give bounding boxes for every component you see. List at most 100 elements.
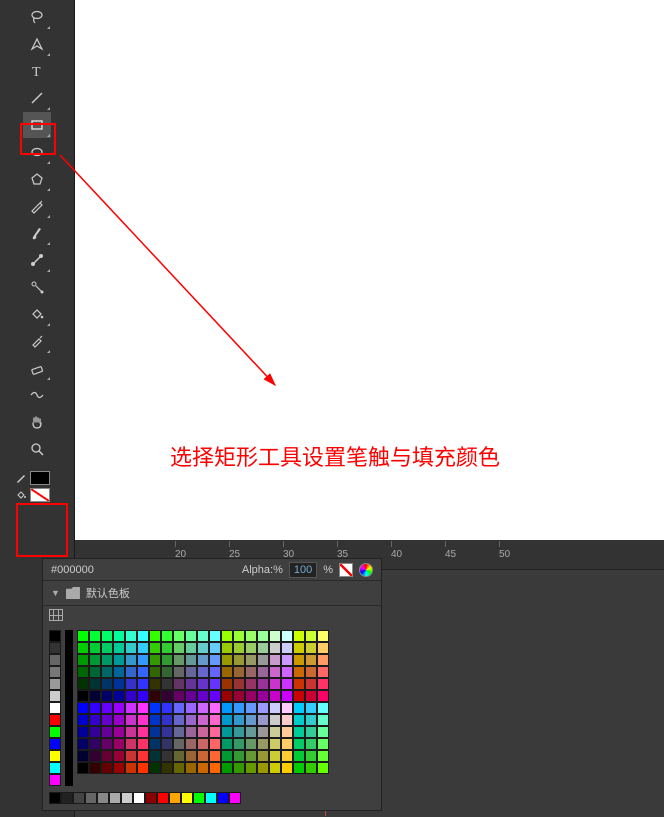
color-swatch[interactable]: [49, 630, 61, 642]
grid-view-button[interactable]: [49, 609, 63, 621]
pen-tool[interactable]: [23, 31, 51, 57]
color-swatch[interactable]: [293, 762, 305, 774]
color-swatch[interactable]: [281, 678, 293, 690]
color-swatch[interactable]: [257, 750, 269, 762]
color-swatch[interactable]: [281, 654, 293, 666]
color-swatch[interactable]: [257, 690, 269, 702]
color-swatch[interactable]: [173, 726, 185, 738]
color-swatch[interactable]: [293, 702, 305, 714]
color-swatch[interactable]: [113, 726, 125, 738]
color-swatch[interactable]: [149, 654, 161, 666]
color-swatch[interactable]: [233, 726, 245, 738]
color-swatch[interactable]: [233, 642, 245, 654]
color-swatch[interactable]: [161, 762, 173, 774]
color-swatch[interactable]: [113, 762, 125, 774]
color-swatch[interactable]: [245, 630, 257, 642]
color-swatch[interactable]: [257, 702, 269, 714]
color-swatch[interactable]: [149, 762, 161, 774]
color-swatch[interactable]: [281, 714, 293, 726]
color-swatch[interactable]: [125, 702, 137, 714]
color-swatch[interactable]: [125, 654, 137, 666]
color-swatch[interactable]: [209, 666, 221, 678]
color-swatch[interactable]: [169, 792, 181, 804]
color-swatch[interactable]: [137, 642, 149, 654]
color-swatch[interactable]: [137, 630, 149, 642]
color-swatch[interactable]: [197, 714, 209, 726]
color-swatch[interactable]: [221, 630, 233, 642]
color-swatch[interactable]: [161, 750, 173, 762]
color-swatch[interactable]: [185, 738, 197, 750]
color-swatch[interactable]: [101, 750, 113, 762]
color-swatch[interactable]: [77, 666, 89, 678]
color-swatch[interactable]: [209, 738, 221, 750]
color-swatch[interactable]: [209, 762, 221, 774]
color-swatch[interactable]: [137, 714, 149, 726]
color-swatch[interactable]: [233, 738, 245, 750]
color-swatch[interactable]: [89, 654, 101, 666]
color-swatch[interactable]: [209, 630, 221, 642]
color-swatch[interactable]: [149, 714, 161, 726]
color-swatch[interactable]: [209, 750, 221, 762]
color-swatch[interactable]: [113, 654, 125, 666]
color-swatch[interactable]: [209, 642, 221, 654]
color-swatch[interactable]: [185, 762, 197, 774]
stroke-color-swatch[interactable]: [30, 471, 50, 485]
color-swatch[interactable]: [185, 654, 197, 666]
color-swatch[interactable]: [305, 690, 317, 702]
tweak-tool[interactable]: [23, 274, 51, 300]
color-swatch[interactable]: [173, 666, 185, 678]
color-swatch[interactable]: [245, 678, 257, 690]
color-swatch[interactable]: [197, 738, 209, 750]
color-swatch[interactable]: [173, 762, 185, 774]
color-swatch[interactable]: [281, 762, 293, 774]
color-swatch[interactable]: [101, 630, 113, 642]
color-swatch[interactable]: [209, 726, 221, 738]
color-swatch[interactable]: [161, 738, 173, 750]
rectangle-tool[interactable]: [23, 112, 51, 138]
nofill-button[interactable]: [339, 563, 353, 577]
color-swatch[interactable]: [49, 690, 61, 702]
color-swatch[interactable]: [233, 750, 245, 762]
color-swatch[interactable]: [281, 726, 293, 738]
color-swatch[interactable]: [317, 630, 329, 642]
color-swatch[interactable]: [121, 792, 133, 804]
color-swatch[interactable]: [161, 726, 173, 738]
color-swatch[interactable]: [245, 702, 257, 714]
color-swatch[interactable]: [161, 654, 173, 666]
color-swatch[interactable]: [49, 642, 61, 654]
color-swatch[interactable]: [89, 630, 101, 642]
color-swatch[interactable]: [89, 726, 101, 738]
color-swatch[interactable]: [293, 726, 305, 738]
color-swatch[interactable]: [101, 726, 113, 738]
color-swatch[interactable]: [133, 792, 145, 804]
color-swatch[interactable]: [293, 642, 305, 654]
color-swatch[interactable]: [257, 678, 269, 690]
color-swatch[interactable]: [209, 702, 221, 714]
color-swatch[interactable]: [113, 642, 125, 654]
color-swatch[interactable]: [101, 738, 113, 750]
color-swatch[interactable]: [89, 750, 101, 762]
color-swatch[interactable]: [125, 690, 137, 702]
color-swatch[interactable]: [257, 714, 269, 726]
color-swatch[interactable]: [185, 714, 197, 726]
color-swatch[interactable]: [77, 690, 89, 702]
color-swatch[interactable]: [317, 714, 329, 726]
color-swatch[interactable]: [77, 702, 89, 714]
color-swatch[interactable]: [125, 726, 137, 738]
color-swatch[interactable]: [293, 654, 305, 666]
color-swatch[interactable]: [269, 750, 281, 762]
color-swatch[interactable]: [197, 678, 209, 690]
polygon-tool[interactable]: [23, 166, 51, 192]
color-swatch[interactable]: [137, 690, 149, 702]
color-swatch[interactable]: [77, 762, 89, 774]
color-swatch[interactable]: [305, 642, 317, 654]
color-swatch[interactable]: [113, 630, 125, 642]
color-swatch[interactable]: [281, 690, 293, 702]
color-swatch[interactable]: [197, 654, 209, 666]
color-swatch[interactable]: [77, 678, 89, 690]
color-swatch[interactable]: [125, 678, 137, 690]
color-swatch[interactable]: [221, 750, 233, 762]
color-swatch[interactable]: [269, 666, 281, 678]
color-swatch[interactable]: [185, 642, 197, 654]
color-swatch[interactable]: [317, 654, 329, 666]
